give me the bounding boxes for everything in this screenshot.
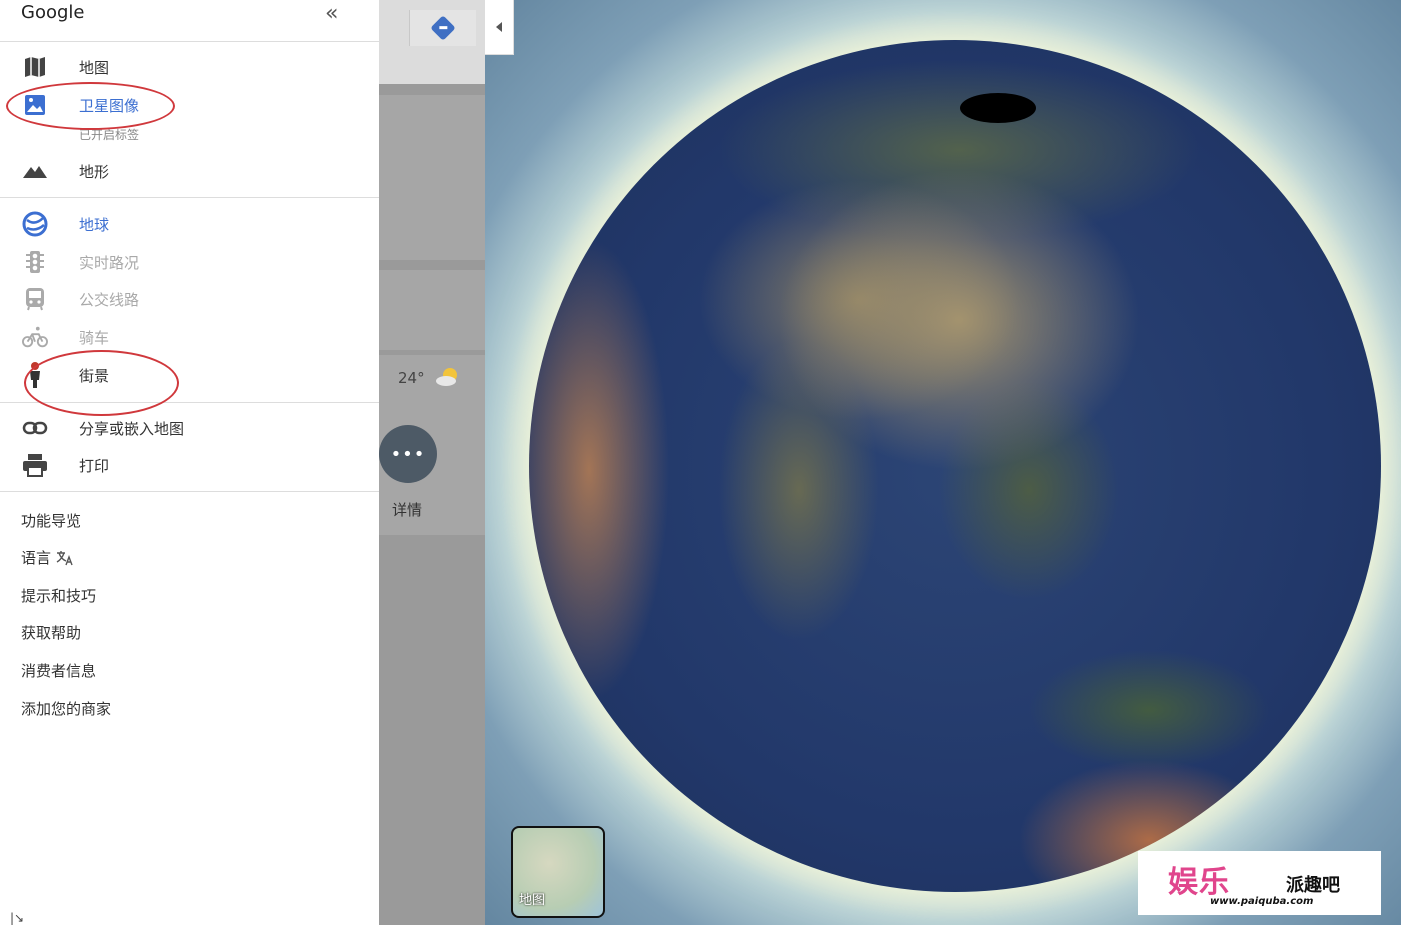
side-menu: Google « 地图 卫星图像 已开启标签 地形 地球 实时路况 公交线路 骑… bbox=[0, 0, 379, 925]
traffic-icon bbox=[22, 250, 48, 274]
watermark-url: www.paiquba.com bbox=[1210, 896, 1314, 907]
labels-on-note: 已开启标签 bbox=[79, 128, 140, 142]
divider bbox=[0, 197, 379, 198]
menu-item-terrain[interactable]: 地形 bbox=[0, 154, 379, 188]
menu-item-label: 打印 bbox=[79, 457, 110, 475]
watermark: 娱乐 派趣吧 www.paiquba.com bbox=[1138, 851, 1381, 915]
partly-cloudy-icon bbox=[436, 368, 457, 386]
panel-card bbox=[379, 95, 485, 260]
watermark-text: 派趣吧 bbox=[1286, 875, 1340, 896]
layer-switcher-thumbnail[interactable]: 地图 bbox=[511, 826, 605, 918]
terrain-icon bbox=[22, 159, 48, 183]
divider bbox=[0, 491, 379, 492]
weather-temperature: 24° bbox=[398, 369, 425, 387]
menu-item-share[interactable]: 分享或嵌入地图 bbox=[0, 411, 379, 445]
menu-item-label: 街景 bbox=[79, 367, 110, 385]
globe-icon bbox=[22, 211, 48, 237]
panel-card bbox=[379, 270, 485, 350]
menu-item-print[interactable]: 打印 bbox=[0, 448, 379, 482]
link-tour[interactable]: 功能导览 bbox=[21, 510, 81, 531]
map-view[interactable]: 地图 娱乐 派趣吧 www.paiquba.com bbox=[485, 0, 1401, 925]
menu-item-label: 公交线路 bbox=[79, 291, 140, 309]
transit-icon bbox=[22, 287, 48, 311]
link-tips[interactable]: 提示和技巧 bbox=[21, 585, 96, 606]
menu-item-traffic[interactable]: 实时路况 bbox=[0, 245, 379, 279]
menu-item-transit[interactable]: 公交线路 bbox=[0, 282, 379, 316]
menu-item-label: 地图 bbox=[79, 59, 110, 77]
menu-item-label: 骑车 bbox=[79, 329, 110, 347]
more-icon: ••• bbox=[390, 443, 426, 465]
menu-item-street-view[interactable]: 街景 bbox=[0, 358, 379, 392]
pole-cap bbox=[960, 93, 1036, 123]
link-icon bbox=[22, 416, 48, 440]
more-details-button[interactable]: ••• bbox=[379, 425, 437, 483]
translate-icon bbox=[56, 551, 73, 566]
satellite-icon bbox=[22, 93, 48, 117]
menu-item-label: 地球 bbox=[79, 216, 110, 234]
menu-item-satellite[interactable]: 卫星图像 bbox=[0, 88, 379, 122]
bicycle-icon bbox=[22, 325, 48, 349]
divider bbox=[0, 402, 379, 403]
link-language[interactable]: 语言 bbox=[21, 547, 74, 568]
directions-button[interactable] bbox=[409, 10, 476, 46]
watermark-logo: 娱乐 bbox=[1168, 865, 1230, 900]
menu-item-bicycle[interactable]: 骑车 bbox=[0, 320, 379, 354]
link-add-business[interactable]: 添加您的商家 bbox=[21, 698, 111, 719]
earth-globe[interactable] bbox=[529, 40, 1381, 892]
layer-switcher-label: 地图 bbox=[519, 893, 546, 908]
menu-item-globe[interactable]: 地球 bbox=[0, 207, 379, 241]
pegman-icon bbox=[22, 362, 48, 388]
link-help[interactable]: 获取帮助 bbox=[21, 622, 81, 643]
menu-item-map[interactable]: 地图 bbox=[0, 50, 379, 84]
menu-item-label: 实时路况 bbox=[79, 254, 140, 272]
directions-icon bbox=[430, 15, 456, 41]
google-logo: Google bbox=[21, 2, 85, 23]
dimmed-side-panel: 24° ••• 详情 bbox=[379, 0, 485, 925]
chevron-left-icon bbox=[496, 22, 502, 32]
link-consumer-info[interactable]: 消费者信息 bbox=[21, 660, 96, 681]
menu-item-label: 分享或嵌入地图 bbox=[79, 420, 185, 438]
divider bbox=[0, 41, 379, 42]
link-language-label: 语言 bbox=[21, 549, 52, 567]
print-icon bbox=[22, 453, 48, 477]
search-box-area bbox=[379, 0, 485, 84]
details-label: 详情 bbox=[392, 501, 423, 519]
expand-panel-button[interactable] bbox=[485, 0, 514, 55]
cursor-icon: |↘ bbox=[10, 911, 25, 925]
menu-item-label: 地形 bbox=[79, 163, 110, 181]
collapse-menu-button[interactable]: « bbox=[325, 1, 338, 26]
menu-item-label: 卫星图像 bbox=[79, 97, 140, 115]
map-icon bbox=[22, 55, 48, 79]
